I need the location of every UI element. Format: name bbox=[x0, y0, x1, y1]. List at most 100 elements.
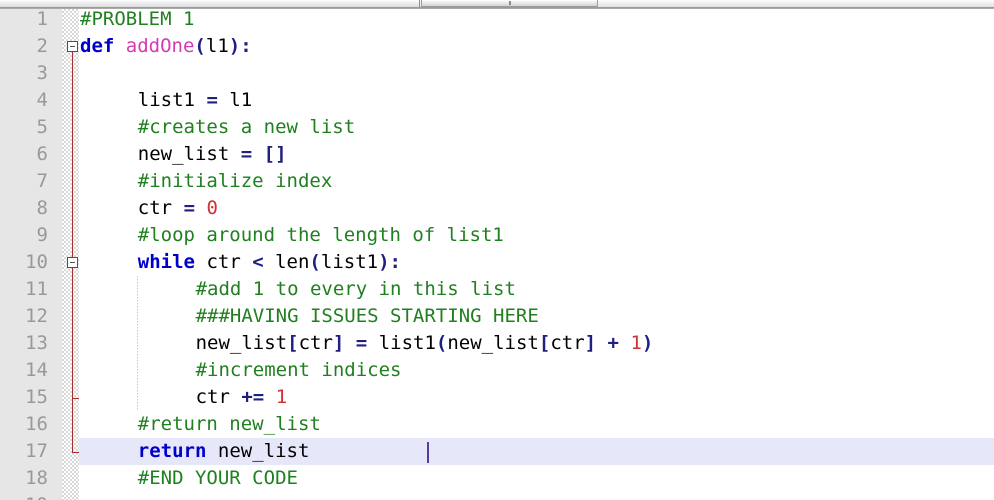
token-comment: #return new_list bbox=[137, 413, 321, 435]
code-line[interactable]: 19 bbox=[0, 492, 994, 500]
code-line[interactable]: 12 ###HAVING ISSUES STARTING HERE bbox=[0, 303, 994, 330]
code-line[interactable]: 8 ctr = 0 bbox=[0, 195, 994, 222]
token-operator: = bbox=[206, 89, 218, 111]
scrollbar-thumb-grip bbox=[508, 1, 511, 5]
line-content[interactable]: #PROBLEM 1 bbox=[80, 9, 194, 33]
token-comment: #add 1 to every in this list bbox=[195, 278, 516, 300]
code-line[interactable]: 16 #return new_list bbox=[0, 411, 994, 438]
line-number[interactable]: 5 bbox=[0, 114, 48, 141]
line-number[interactable]: 16 bbox=[0, 411, 48, 438]
line-content[interactable]: ###HAVING ISSUES STARTING HERE bbox=[196, 303, 539, 330]
line-number[interactable]: 17 bbox=[0, 438, 48, 465]
line-number[interactable]: 19 bbox=[0, 492, 48, 500]
code-editor[interactable]: 1 #PROBLEM 1 2 def addOne(l1): 3 4 list1 = l1 5… bbox=[0, 9, 994, 500]
line-content[interactable]: list1 = l1 bbox=[138, 87, 252, 114]
line-number[interactable]: 8 bbox=[0, 195, 48, 222]
line-number[interactable]: 15 bbox=[0, 384, 48, 411]
line-number[interactable]: 4 bbox=[0, 87, 48, 114]
code-line[interactable]: 9 #loop around the length of list1 bbox=[0, 222, 994, 249]
line-content[interactable]: while ctr < len(list1): bbox=[138, 249, 401, 276]
token-operator: ( bbox=[309, 251, 321, 273]
code-line[interactable]: 17 return new_list bbox=[0, 438, 994, 465]
token-operator: ( bbox=[435, 332, 448, 354]
line-content[interactable]: #creates a new list bbox=[138, 114, 355, 141]
token-comment: ###HAVING ISSUES STARTING HERE bbox=[195, 305, 539, 327]
token-plain: ctr bbox=[298, 332, 333, 354]
token-plain: new_list bbox=[447, 332, 539, 354]
scrollbar-track-left[interactable] bbox=[0, 0, 420, 7]
token-operator: [] bbox=[263, 143, 287, 165]
line-content[interactable]: ctr += 1 bbox=[196, 384, 288, 411]
code-line[interactable]: 5 #creates a new list bbox=[0, 114, 994, 141]
text-caret bbox=[426, 442, 429, 463]
line-number[interactable]: 14 bbox=[0, 357, 48, 384]
line-number[interactable]: 10 bbox=[0, 249, 48, 276]
code-line[interactable]: 3 bbox=[0, 60, 994, 87]
line-number[interactable]: 1 bbox=[0, 9, 48, 33]
line-number[interactable]: 12 bbox=[0, 303, 48, 330]
line-content[interactable]: #END YOUR CODE bbox=[138, 465, 298, 492]
code-line[interactable]: 10 while ctr < len(list1): bbox=[0, 249, 994, 276]
line-number[interactable]: 6 bbox=[0, 141, 48, 168]
token-keyword: return bbox=[137, 440, 207, 462]
line-content[interactable]: new_list[ctr] = list1(new_list[ctr] + 1) bbox=[196, 330, 654, 357]
code-line[interactable]: 4 list1 = l1 bbox=[0, 87, 994, 114]
token-plain: list1 bbox=[320, 251, 379, 273]
token-operator: ( bbox=[194, 35, 206, 57]
line-content[interactable]: #add 1 to every in this list bbox=[196, 276, 516, 303]
token-operator: : bbox=[240, 35, 252, 57]
token-plain: list1 bbox=[137, 89, 207, 111]
token-operator: ) bbox=[641, 332, 654, 354]
token-operator: = bbox=[240, 143, 253, 165]
line-content[interactable]: new_list = [] bbox=[138, 141, 287, 168]
code-line[interactable]: 1 #PROBLEM 1 bbox=[0, 9, 994, 33]
line-number[interactable]: 9 bbox=[0, 222, 48, 249]
token-operator: + bbox=[607, 332, 619, 354]
token-comment: #PROBLEM 1 bbox=[80, 9, 195, 30]
code-line[interactable]: 13 new_list[ctr] = list1(new_list[ctr] + … bbox=[0, 330, 994, 357]
token-plain: ctr bbox=[195, 251, 253, 273]
token-operator: ) bbox=[228, 35, 241, 57]
line-content[interactable]: #increment indices bbox=[196, 357, 402, 384]
code-line[interactable]: 18 #END YOUR CODE bbox=[0, 465, 994, 492]
token-function: addOne bbox=[125, 35, 195, 57]
token-operator: [ bbox=[287, 332, 299, 354]
line-number[interactable]: 11 bbox=[0, 276, 48, 303]
line-number[interactable]: 18 bbox=[0, 465, 48, 492]
line-number[interactable]: 2 bbox=[0, 33, 48, 60]
line-number[interactable]: 3 bbox=[0, 60, 48, 87]
code-line[interactable]: 2 def addOne(l1): bbox=[0, 33, 994, 60]
code-line[interactable]: 14 #increment indices bbox=[0, 357, 994, 384]
line-number[interactable]: 13 bbox=[0, 330, 48, 357]
token-operator: < bbox=[252, 251, 264, 273]
token-plain: new_list bbox=[195, 332, 288, 354]
line-content[interactable]: ctr = 0 bbox=[138, 195, 218, 222]
token-comment: #initialize index bbox=[137, 170, 333, 192]
code-line[interactable]: 15 ctr += 1 bbox=[0, 384, 994, 411]
code-line[interactable]: 11 #add 1 to every in this list bbox=[0, 276, 994, 303]
token-number: 1 bbox=[275, 386, 288, 408]
horizontal-scrollbar[interactable] bbox=[0, 0, 994, 9]
token-plain: l1 bbox=[205, 35, 229, 57]
token-operator: : bbox=[389, 251, 401, 273]
line-content[interactable]: return new_list bbox=[138, 438, 310, 465]
scrollbar-thumb[interactable] bbox=[421, 0, 598, 7]
line-content[interactable]: def addOne(l1): bbox=[80, 33, 252, 60]
scrollbar-track-right[interactable] bbox=[598, 0, 994, 7]
token-comment: #increment indices bbox=[195, 359, 402, 381]
token-operator: ] bbox=[584, 332, 597, 354]
line-number[interactable]: 7 bbox=[0, 168, 48, 195]
token-number: 0 bbox=[206, 197, 218, 219]
token-operator: [ bbox=[538, 332, 551, 354]
scrollbar-track[interactable] bbox=[0, 0, 994, 8]
line-content[interactable]: #initialize index bbox=[138, 168, 332, 195]
code-line[interactable]: 7 #initialize index bbox=[0, 168, 994, 195]
line-content[interactable]: #return new_list bbox=[138, 411, 321, 438]
code-line[interactable]: 6 new_list = [] bbox=[0, 141, 994, 168]
line-content[interactable]: #loop around the length of list1 bbox=[138, 222, 504, 249]
token-operator: ) bbox=[378, 251, 390, 273]
